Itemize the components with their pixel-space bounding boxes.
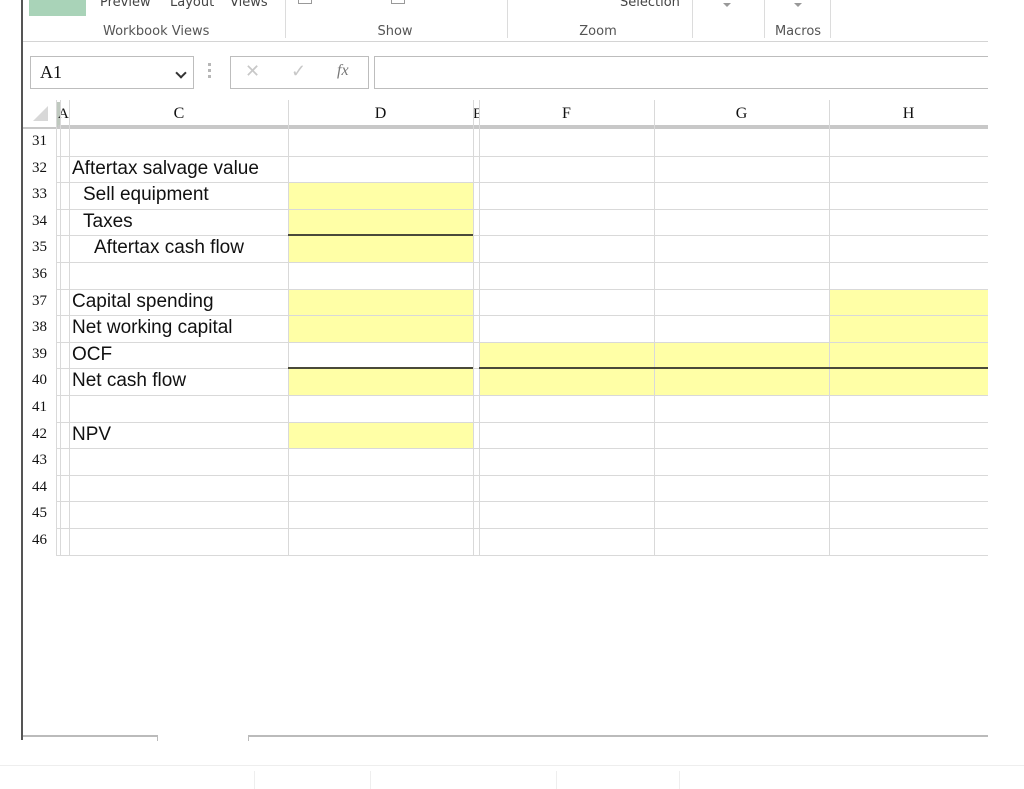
status-separator <box>370 771 371 789</box>
row-header[interactable]: 31 <box>32 133 56 150</box>
row-gridline <box>56 341 988 343</box>
formula-bar-resize-handle[interactable] <box>208 63 212 81</box>
zoom-to-selection-button[interactable]: Selection <box>620 0 680 10</box>
cell-bottom-border <box>479 367 988 370</box>
column-header-c[interactable]: C <box>70 100 288 127</box>
row-gridline <box>56 395 988 396</box>
column-gridline <box>56 100 57 555</box>
row-gridline <box>56 208 988 210</box>
gridlines-checkbox[interactable] <box>391 0 405 4</box>
column-gridline <box>473 100 474 555</box>
row-gridline <box>56 155 988 157</box>
cancel-icon[interactable]: ✕ <box>245 61 260 82</box>
select-all-corner[interactable] <box>33 106 48 121</box>
row-label-cell[interactable]: Net working capital <box>72 317 233 339</box>
input-cell-d33-35[interactable] <box>289 182 473 262</box>
custom-views-button[interactable]: Views <box>230 0 268 10</box>
row-header[interactable]: 42 <box>32 426 56 443</box>
ribbon-separator <box>692 0 693 38</box>
row-gridline <box>56 235 988 237</box>
column-header-d[interactable]: D <box>288 100 473 127</box>
row-gridline <box>56 421 988 423</box>
cell-bottom-border <box>288 367 473 370</box>
row-header[interactable]: 40 <box>32 372 56 389</box>
row-header[interactable]: 35 <box>32 239 56 256</box>
row-gridline <box>56 288 988 290</box>
page-break-preview-button[interactable]: Preview <box>100 0 151 10</box>
show-group-label: Show <box>377 24 413 39</box>
row-gridline <box>56 262 988 263</box>
row-header[interactable]: 33 <box>32 186 56 203</box>
row-gridline <box>56 528 988 529</box>
status-bar <box>0 765 1024 789</box>
column-gridline <box>479 100 480 555</box>
row-label-cell[interactable]: Taxes <box>83 211 133 233</box>
macros-group-label: Macros <box>774 24 822 39</box>
row-header[interactable]: 39 <box>32 346 56 363</box>
column-header-f[interactable]: F <box>479 100 654 127</box>
input-cell-d40[interactable] <box>289 368 473 395</box>
input-cell-d42[interactable] <box>289 421 473 449</box>
row-header[interactable]: 44 <box>32 479 56 496</box>
ribbon-separator <box>507 0 508 38</box>
spreadsheet-grid: AB C D E F G H 3132Aftertax salvage valu… <box>23 100 988 556</box>
row-gridline <box>56 501 988 503</box>
horizontal-scrollbar[interactable] <box>248 735 988 741</box>
row-gridline <box>56 554 988 556</box>
formula-input[interactable] <box>374 56 988 89</box>
zoom-group-label: Zoom <box>579 24 617 39</box>
status-separator <box>556 771 557 789</box>
row-header[interactable]: 36 <box>32 266 56 283</box>
row-header[interactable]: 43 <box>32 452 56 469</box>
normal-view-button-highlight[interactable] <box>29 0 86 16</box>
macros-dropdown-caret-icon[interactable] <box>794 3 802 7</box>
column-gridline <box>654 100 655 555</box>
row-label-cell[interactable]: Sell equipment <box>83 184 209 206</box>
status-separator <box>254 771 255 789</box>
workbook-views-group-label: Workbook Views <box>103 24 210 39</box>
row-header[interactable]: 34 <box>32 213 56 230</box>
ribbon-separator <box>830 0 831 38</box>
name-box-value: A1 <box>40 62 62 82</box>
row-gridline <box>56 448 988 450</box>
name-box[interactable]: A1 <box>30 56 194 89</box>
insert-function-icon[interactable]: fx <box>337 62 349 80</box>
row-header[interactable]: 37 <box>32 293 56 310</box>
chevron-down-icon[interactable] <box>175 67 187 79</box>
formula-tools: ✕ ✓ fx <box>230 56 369 89</box>
row-label-cell[interactable]: Aftertax cash flow <box>94 237 244 259</box>
row-header[interactable]: 32 <box>32 160 56 177</box>
column-gridline <box>69 100 70 555</box>
row-header[interactable]: 46 <box>32 532 56 549</box>
column-header-g[interactable]: G <box>654 100 829 127</box>
row-gridline <box>56 182 988 184</box>
window-dropdown-caret-icon[interactable] <box>723 3 731 7</box>
row-gridline <box>56 474 988 476</box>
status-separator <box>679 771 680 789</box>
ribbon: Preview Layout Views Workbook Views Show… <box>23 0 988 42</box>
ribbon-separator <box>764 0 765 38</box>
column-header-h[interactable]: H <box>829 100 988 127</box>
column-header-border <box>23 127 988 129</box>
enter-check-icon[interactable]: ✓ <box>291 61 306 82</box>
ribbon-separator <box>285 0 286 38</box>
row-header[interactable]: 41 <box>32 399 56 416</box>
sheet-tabs-area[interactable] <box>23 735 158 741</box>
row-label-cell[interactable]: Capital spending <box>72 291 214 313</box>
ruler-checkbox[interactable] <box>298 0 312 4</box>
page-layout-button[interactable]: Layout <box>170 0 214 10</box>
row-label-cell[interactable]: NPV <box>72 424 111 446</box>
row-label-cell[interactable]: Net cash flow <box>72 370 186 392</box>
column-gridline <box>60 100 61 555</box>
cell-bottom-border <box>288 234 473 237</box>
row-label-cell[interactable]: Aftertax salvage value <box>72 158 259 180</box>
row-gridline <box>56 315 988 317</box>
row-label-cell[interactable]: OCF <box>72 344 112 366</box>
row-header[interactable]: 38 <box>32 319 56 336</box>
row-header[interactable]: 45 <box>32 505 56 522</box>
